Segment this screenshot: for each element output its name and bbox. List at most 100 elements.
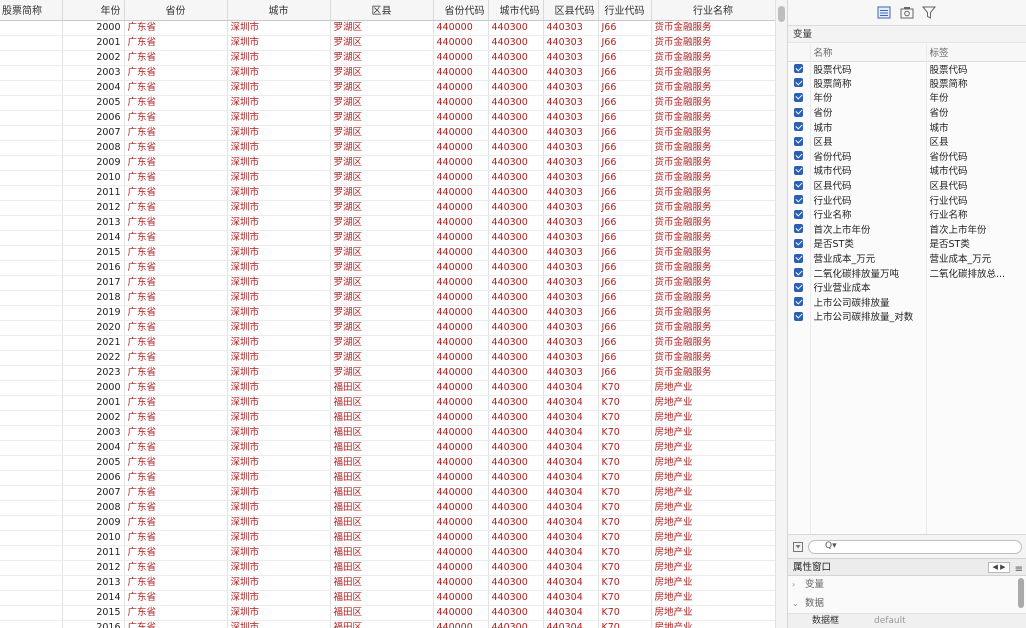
table-cell[interactable]: 福田区 xyxy=(330,530,434,546)
table-cell[interactable] xyxy=(0,590,63,606)
table-cell[interactable]: 440303 xyxy=(543,185,599,201)
table-cell[interactable]: 深圳市 xyxy=(227,470,331,486)
table-cell[interactable]: J66 xyxy=(598,350,652,366)
snapshot-icon[interactable] xyxy=(900,6,914,19)
table-cell[interactable]: K70 xyxy=(598,530,652,546)
table-cell[interactable]: 440000 xyxy=(433,515,489,531)
table-row[interactable]: 2014 广东省 深圳市 罗湖区 440000 440300 440303 J66 货币金融服务 xyxy=(0,230,775,246)
table-cell[interactable]: J66 xyxy=(598,230,652,246)
table-cell[interactable]: 440303 xyxy=(543,275,599,291)
table-cell[interactable]: 福田区 xyxy=(330,410,434,426)
variable-checkbox[interactable] xyxy=(794,64,803,74)
table-cell[interactable]: 440303 xyxy=(543,155,599,171)
table-cell[interactable]: 深圳市 xyxy=(227,425,331,441)
variable-checkbox[interactable] xyxy=(794,122,803,132)
table-row[interactable]: 2004 广东省 深圳市 罗湖区 440000 440300 440303 J66 货币金融服务 xyxy=(0,80,775,96)
table-cell[interactable] xyxy=(0,410,63,426)
table-cell[interactable]: 房地产业 xyxy=(651,560,775,576)
table-cell[interactable]: 广东省 xyxy=(124,245,228,261)
table-cell[interactable]: 440000 xyxy=(433,35,489,51)
table-cell[interactable] xyxy=(0,425,63,441)
table-cell[interactable]: K70 xyxy=(598,395,652,411)
table-cell[interactable]: 440304 xyxy=(543,425,599,441)
table-cell[interactable] xyxy=(0,140,63,156)
variable-row[interactable]: 区县代码 区县代码 xyxy=(788,177,1026,193)
table-row[interactable]: 2015 广东省 深圳市 罗湖区 440000 440300 440303 J66 货币金融服务 xyxy=(0,245,775,261)
table-cell[interactable]: 深圳市 xyxy=(227,530,331,546)
table-cell[interactable]: 440303 xyxy=(543,215,599,231)
table-row[interactable]: 2017 广东省 深圳市 罗湖区 440000 440300 440303 J66 货币金融服务 xyxy=(0,275,775,291)
column-header[interactable]: 年份 xyxy=(62,0,125,21)
table-cell[interactable]: 2010 xyxy=(62,170,125,186)
label-column-header[interactable]: 标签 xyxy=(926,44,1026,62)
table-cell[interactable] xyxy=(0,275,63,291)
table-cell[interactable]: 罗湖区 xyxy=(330,365,434,381)
table-cell[interactable]: 广东省 xyxy=(124,35,228,51)
table-cell[interactable]: 440300 xyxy=(488,350,544,366)
table-cell[interactable] xyxy=(0,395,63,411)
table-cell[interactable] xyxy=(0,200,63,216)
table-cell[interactable]: 440300 xyxy=(488,500,544,516)
table-cell[interactable]: 广东省 xyxy=(124,380,228,396)
table-cell[interactable]: 440300 xyxy=(488,215,544,231)
table-cell[interactable]: 440300 xyxy=(488,245,544,261)
table-cell[interactable]: 2005 xyxy=(62,455,125,471)
table-cell[interactable]: J66 xyxy=(598,80,652,96)
table-cell[interactable]: J66 xyxy=(598,245,652,261)
table-cell[interactable]: 深圳市 xyxy=(227,65,331,81)
table-cell[interactable]: 440000 xyxy=(433,155,489,171)
table-cell[interactable]: 440300 xyxy=(488,425,544,441)
table-cell[interactable]: J66 xyxy=(598,65,652,81)
table-cell[interactable]: 广东省 xyxy=(124,500,228,516)
table-cell[interactable]: 2008 xyxy=(62,140,125,156)
column-header[interactable]: 区县代码 xyxy=(543,0,599,21)
table-cell[interactable]: K70 xyxy=(598,605,652,621)
table-cell[interactable]: 440000 xyxy=(433,485,489,501)
table-cell[interactable]: 货币金融服务 xyxy=(651,140,775,156)
table-cell[interactable]: 440300 xyxy=(488,125,544,141)
table-row[interactable]: 2005 广东省 深圳市 罗湖区 440000 440300 440303 J66 货币金融服务 xyxy=(0,95,775,111)
table-cell[interactable]: 2002 xyxy=(62,50,125,66)
data-browser-grid[interactable]: 股票简称 年份 省份 城市 区县 省份代码 城市代码 区县代码 行业代码 行业名… xyxy=(0,0,775,628)
table-cell[interactable]: 2008 xyxy=(62,500,125,516)
table-cell[interactable]: 440300 xyxy=(488,320,544,336)
table-cell[interactable]: 2001 xyxy=(62,35,125,51)
table-cell[interactable]: 440303 xyxy=(543,230,599,246)
table-cell[interactable] xyxy=(0,515,63,531)
table-cell[interactable]: J66 xyxy=(598,320,652,336)
table-cell[interactable]: 福田区 xyxy=(330,455,434,471)
table-cell[interactable] xyxy=(0,230,63,246)
table-cell[interactable]: 广东省 xyxy=(124,365,228,381)
table-row[interactable]: 2007 广东省 深圳市 福田区 440000 440300 440304 K70 房地产业 xyxy=(0,485,775,501)
table-cell[interactable]: 440300 xyxy=(488,335,544,351)
table-cell[interactable]: 深圳市 xyxy=(227,290,331,306)
table-cell[interactable]: 广东省 xyxy=(124,125,228,141)
table-cell[interactable]: 货币金融服务 xyxy=(651,95,775,111)
table-row[interactable]: 2002 广东省 深圳市 罗湖区 440000 440300 440303 J66 货币金融服务 xyxy=(0,50,775,66)
table-cell[interactable]: 广东省 xyxy=(124,515,228,531)
table-cell[interactable]: 深圳市 xyxy=(227,560,331,576)
table-row[interactable]: 2000 广东省 深圳市 罗湖区 440000 440300 440303 J66 货币金融服务 xyxy=(0,20,775,36)
table-cell[interactable]: 深圳市 xyxy=(227,215,331,231)
variable-row[interactable]: 首次上市年份 首次上市年份 xyxy=(788,221,1026,237)
table-cell[interactable]: 440000 xyxy=(433,320,489,336)
table-cell[interactable]: 罗湖区 xyxy=(330,275,434,291)
variable-checkbox[interactable] xyxy=(794,311,803,321)
table-cell[interactable]: 440000 xyxy=(433,530,489,546)
table-cell[interactable] xyxy=(0,95,63,111)
variable-row[interactable]: 省份 省份 xyxy=(788,104,1026,120)
table-cell[interactable]: 深圳市 xyxy=(227,125,331,141)
table-cell[interactable]: 440303 xyxy=(543,245,599,261)
table-cell[interactable]: 440000 xyxy=(433,215,489,231)
table-cell[interactable] xyxy=(0,320,63,336)
table-cell[interactable]: 深圳市 xyxy=(227,365,331,381)
table-cell[interactable]: K70 xyxy=(598,560,652,576)
table-cell[interactable]: 货币金融服务 xyxy=(651,185,775,201)
table-cell[interactable]: 440304 xyxy=(543,380,599,396)
table-cell[interactable]: 440300 xyxy=(488,455,544,471)
table-cell[interactable]: 440303 xyxy=(543,50,599,66)
table-cell[interactable]: 440300 xyxy=(488,275,544,291)
table-cell[interactable]: 440304 xyxy=(543,530,599,546)
table-row[interactable]: 2020 广东省 深圳市 罗湖区 440000 440300 440303 J66 货币金融服务 xyxy=(0,320,775,336)
table-cell[interactable]: 广东省 xyxy=(124,410,228,426)
